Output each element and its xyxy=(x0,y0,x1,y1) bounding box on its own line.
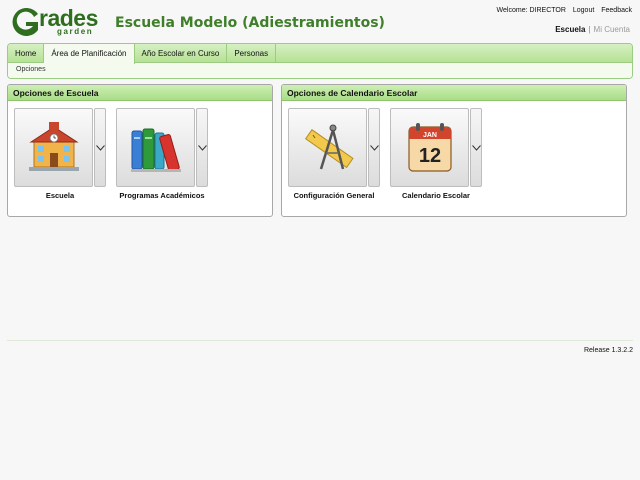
books-icon xyxy=(131,128,181,172)
logout-link[interactable]: Logout xyxy=(573,7,594,14)
chevron-down-icon xyxy=(198,145,207,151)
main-navigation: Home Área de Planificación Año Escolar e… xyxy=(7,43,633,79)
school-building-icon xyxy=(29,122,79,171)
context-switch: Escuela | Mi Cuenta xyxy=(555,25,630,34)
footer-divider xyxy=(7,340,633,341)
chevron-down-icon xyxy=(370,145,379,151)
user-links: Welcome: DIRECTOR Logout Feedback xyxy=(497,7,632,14)
configuracion-button[interactable] xyxy=(288,108,367,187)
programas-label: Programas Académicos xyxy=(119,191,205,200)
context-separator: | xyxy=(588,25,591,34)
school-title: Escuela Modelo (Adiestramientos) xyxy=(115,15,385,31)
configuracion-dropdown-button[interactable] xyxy=(368,108,380,187)
calendar-month: JAN xyxy=(423,132,437,139)
feedback-link[interactable]: Feedback xyxy=(601,7,632,14)
calendario-button[interactable]: JAN 12 xyxy=(390,108,469,187)
chevron-down-icon xyxy=(472,145,481,151)
subnav-opciones[interactable]: Opciones xyxy=(8,63,632,78)
grades-garden-logo: rades garden xyxy=(8,6,104,38)
release-version: Release 1.3.2.2 xyxy=(583,347,633,354)
escuela-dropdown-button[interactable] xyxy=(94,108,106,187)
programas-button[interactable] xyxy=(116,108,195,187)
calendar-icon: JAN 12 xyxy=(408,123,452,172)
calendario-options-panel: Opciones de Calendario Escolar Configura… xyxy=(281,84,627,217)
tab-area-planificacion[interactable]: Área de Planificación xyxy=(44,44,135,64)
tab-bar: Home Área de Planificación Año Escolar e… xyxy=(8,44,632,64)
programas-dropdown-button[interactable] xyxy=(196,108,208,187)
chevron-down-icon xyxy=(96,145,105,151)
escuela-button[interactable] xyxy=(14,108,93,187)
calendar-day: 12 xyxy=(419,145,441,167)
tab-personas[interactable]: Personas xyxy=(227,44,277,63)
panel-title: Opciones de Escuela xyxy=(8,85,272,101)
mi-cuenta-link[interactable]: Mi Cuenta xyxy=(594,25,630,34)
escuela-label: Escuela xyxy=(45,191,75,200)
drafting-tools-icon xyxy=(304,124,354,170)
logo-g-icon xyxy=(12,8,38,36)
logo-word: rades xyxy=(39,5,98,31)
logo-subword: garden xyxy=(57,27,94,36)
panel-title: Opciones de Calendario Escolar xyxy=(282,85,626,101)
tab-home[interactable]: Home xyxy=(8,44,45,63)
calendario-label: Calendario Escolar xyxy=(402,191,470,200)
tab-ano-escolar[interactable]: Año Escolar en Curso xyxy=(135,44,228,63)
calendario-dropdown-button[interactable] xyxy=(470,108,482,187)
escuela-options-panel: Opciones de Escuela Escuela Programas Ac… xyxy=(7,84,273,217)
welcome-text: Welcome: DIRECTOR xyxy=(496,7,566,14)
escuela-context-link[interactable]: Escuela xyxy=(555,25,585,34)
configuracion-label: Configuración General xyxy=(293,191,375,200)
